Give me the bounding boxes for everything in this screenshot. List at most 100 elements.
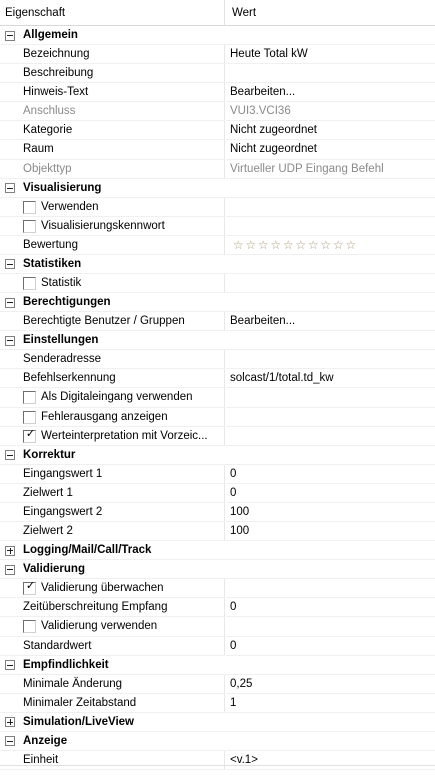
- checkbox-validierung-verwenden[interactable]: [23, 620, 36, 634]
- property-row-zeitueberschreitung-empfang[interactable]: Zeitüberschreitung Empfang 0: [0, 598, 435, 618]
- property-row-zielwert-1[interactable]: Zielwert 10: [0, 483, 435, 503]
- property-row-validierung-verwenden[interactable]: Validierung verwenden: [0, 617, 435, 637]
- checkbox-visualisierungskennwort[interactable]: [23, 219, 36, 233]
- collapse-minus-icon[interactable]: [5, 450, 15, 461]
- property-value[interactable]: 0: [226, 598, 435, 618]
- property-value[interactable]: Bearbeiten...: [226, 83, 435, 103]
- property-value[interactable]: Heute Total kW: [226, 45, 435, 65]
- star-outline-icon[interactable]: ☆: [332, 237, 345, 254]
- property-row-statistik[interactable]: Statistik: [0, 274, 435, 294]
- category-simulation-liveview[interactable]: Simulation/LiveView: [0, 712, 435, 732]
- checkbox-statistik[interactable]: [23, 277, 36, 291]
- property-row-werteinterpretation-mit-vorzeic[interactable]: Werteinterpretation mit Vorzeic... ✓: [0, 426, 435, 446]
- property-value[interactable]: [226, 388, 435, 408]
- property-row-visualisierungskennwort[interactable]: Visualisierungskennwort: [0, 216, 435, 236]
- property-value[interactable]: [226, 217, 435, 236]
- column-header-value[interactable]: Wert: [226, 0, 435, 26]
- category-korrektur[interactable]: Korrektur: [0, 445, 435, 465]
- rating-stars[interactable]: ☆ ☆ ☆ ☆ ☆ ☆ ☆ ☆ ☆ ☆: [232, 237, 357, 254]
- property-value[interactable]: VUI3.VCI36: [226, 102, 435, 122]
- star-outline-icon[interactable]: ☆: [245, 237, 258, 254]
- collapse-minus-icon[interactable]: [5, 30, 15, 41]
- property-row-eingangswert-2[interactable]: Eingangswert 2 100: [0, 502, 435, 523]
- property-value[interactable]: 100: [226, 503, 435, 523]
- star-outline-icon[interactable]: ☆: [295, 237, 308, 254]
- property-value[interactable]: [226, 198, 435, 217]
- collapse-minus-icon[interactable]: [5, 259, 15, 270]
- collapse-minus-icon[interactable]: [5, 736, 15, 747]
- property-value[interactable]: 0,25: [226, 675, 435, 694]
- property-value[interactable]: 0: [226, 484, 435, 503]
- property-row-hinweis-text[interactable]: Hinweis-Text Bearbeiten...: [0, 83, 435, 103]
- property-value[interactable]: [226, 617, 435, 637]
- property-row-kategorie[interactable]: Kategorie Nicht zugeordnet: [0, 121, 435, 141]
- property-value[interactable]: solcast/1/total.td_kw: [226, 369, 435, 389]
- property-name: Berechtigte Benutzer / Gruppen: [0, 312, 225, 332]
- property-row-als-digitaleingang-verwenden[interactable]: Als Digitaleingang verwenden: [0, 388, 435, 408]
- category-anzeige[interactable]: Anzeige: [0, 731, 435, 751]
- star-outline-icon[interactable]: ☆: [320, 237, 333, 254]
- property-value[interactable]: Nicht zugeordnet: [226, 140, 435, 160]
- collapse-minus-icon[interactable]: [5, 297, 15, 308]
- star-outline-icon[interactable]: ☆: [257, 237, 270, 254]
- property-value[interactable]: 0: [226, 465, 435, 484]
- category-berechtigungen[interactable]: Berechtigungen: [0, 293, 435, 313]
- property-value[interactable]: [226, 64, 435, 84]
- column-header-property[interactable]: Eigenschaft: [0, 0, 225, 26]
- property-row-einheit[interactable]: Einheit <v.1>: [0, 750, 435, 771]
- category-empfindlichkeit[interactable]: Empfindlichkeit: [0, 655, 435, 675]
- property-value[interactable]: [226, 274, 435, 294]
- property-value[interactable]: Bearbeiten...: [226, 312, 435, 332]
- star-outline-icon[interactable]: ☆: [232, 237, 245, 254]
- property-row-verwenden[interactable]: Verwenden: [0, 197, 435, 217]
- star-outline-icon[interactable]: ☆: [307, 237, 320, 254]
- property-row-zielwert-2[interactable]: Zielwert 2 100: [0, 522, 435, 542]
- property-row-minimaler-zeitabstand[interactable]: Minimaler Zeitabstand 1: [0, 693, 435, 713]
- property-value[interactable]: Virtueller UDP Eingang Befehl: [226, 160, 435, 179]
- expand-plus-icon[interactable]: [5, 717, 15, 728]
- property-row-senderadresse[interactable]: Senderadresse: [0, 350, 435, 370]
- property-row-anschluss[interactable]: Anschluss VUI3.VCI36: [0, 102, 435, 122]
- checkbox-werteinterpretation-mit-vorzeic[interactable]: ✓: [23, 428, 36, 443]
- checkbox-validierung-ueberwachen[interactable]: ✓: [23, 580, 36, 596]
- property-row-bezeichnung[interactable]: Bezeichnung Heute Total kW: [0, 45, 435, 65]
- collapse-minus-icon[interactable]: [5, 660, 15, 671]
- property-value[interactable]: 100: [226, 522, 435, 542]
- property-row-berechtigte-benutzer-gruppen[interactable]: Berechtigte Benutzer / Gruppen Bearbeiten…: [0, 312, 435, 332]
- collapse-minus-icon[interactable]: [5, 564, 15, 575]
- category-statistiken[interactable]: Statistiken: [0, 254, 435, 275]
- category-einstellungen[interactable]: Einstellungen: [0, 331, 435, 351]
- property-row-fehlerausgang-anzeigen[interactable]: Fehlerausgang anzeigen: [0, 407, 435, 427]
- category-visualisierung[interactable]: Visualisierung: [0, 178, 435, 198]
- collapse-minus-icon[interactable]: [5, 183, 15, 194]
- star-outline-icon[interactable]: ☆: [345, 237, 358, 254]
- property-value[interactable]: Nicht zugeordnet: [226, 121, 435, 141]
- property-row-beschreibung[interactable]: Beschreibung: [0, 64, 435, 84]
- property-value[interactable]: [226, 579, 435, 599]
- property-value[interactable]: [226, 350, 435, 370]
- property-value[interactable]: [226, 427, 435, 446]
- star-outline-icon[interactable]: ☆: [270, 237, 283, 254]
- checkbox-verwenden[interactable]: [23, 200, 36, 214]
- property-value[interactable]: 1: [226, 694, 435, 713]
- expand-plus-icon[interactable]: [5, 545, 15, 556]
- property-row-validierung-ueberwachen[interactable]: Validierung überwachen ✓: [0, 579, 435, 599]
- category-logging-mail-call-track[interactable]: Logging/Mail/Call/Track: [0, 541, 435, 561]
- property-row-standardwert[interactable]: Standardwert 0: [0, 636, 435, 656]
- star-outline-icon[interactable]: ☆: [282, 237, 295, 254]
- property-row-befehlserkennung[interactable]: Befehlserkennung solcast/1/total.td_kw: [0, 369, 435, 389]
- property-row-eingangswert-1[interactable]: Eingangswert 10: [0, 464, 435, 484]
- collapse-minus-icon[interactable]: [5, 335, 15, 346]
- category-label: Empfindlichkeit: [23, 658, 109, 671]
- property-row-objekttyp[interactable]: Objekttyp Virtueller UDP Eingang Befehl: [0, 159, 435, 179]
- property-value[interactable]: <v.1>: [226, 751, 435, 771]
- property-row-raum[interactable]: Raum Nicht zugeordnet: [0, 140, 435, 160]
- property-value[interactable]: 0: [226, 637, 435, 656]
- category-allgemein[interactable]: Allgemein: [0, 26, 435, 46]
- property-row-bewertung[interactable]: Bewertung ☆ ☆ ☆ ☆ ☆ ☆ ☆ ☆ ☆ ☆: [0, 235, 435, 255]
- property-row-minimale-aenderung[interactable]: Minimale Änderung 0,25: [0, 674, 435, 694]
- category-validierung[interactable]: Validierung: [0, 560, 435, 580]
- checkbox-fehlerausgang-anzeigen[interactable]: [23, 410, 36, 424]
- property-value[interactable]: [226, 408, 435, 427]
- checkbox-als-digitaleingang-verwenden[interactable]: [23, 391, 36, 405]
